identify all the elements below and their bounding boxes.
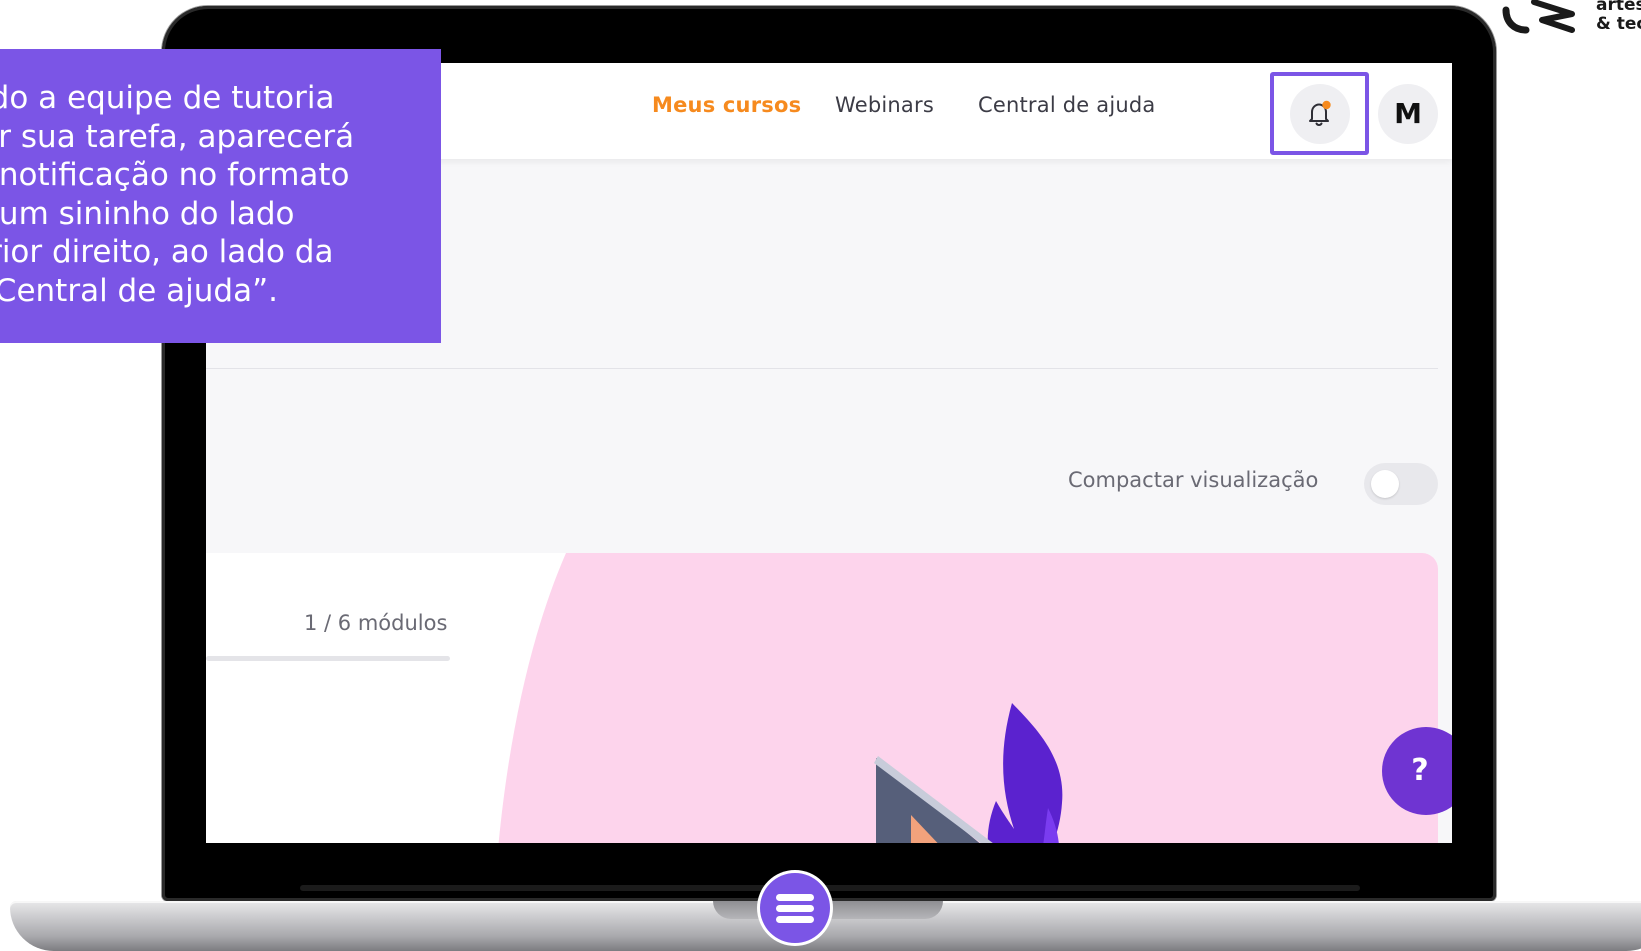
modules-progress-bar	[206, 656, 450, 661]
course-illustration	[498, 553, 1438, 843]
hamburger-bar	[776, 905, 814, 912]
toggle-knob	[1371, 470, 1399, 498]
section-divider	[206, 368, 1438, 369]
hamburger-bar	[776, 916, 814, 923]
nav-link-webinars[interactable]: Webinars	[835, 93, 934, 117]
course-card[interactable]	[206, 553, 1438, 843]
logo-mark	[1502, 0, 1575, 34]
brand-logo: artes & tec	[1500, 0, 1641, 40]
nav-link-central-de-ajuda[interactable]: Central de ajuda	[978, 93, 1155, 117]
nav-link-meus-cursos[interactable]: Meus cursos	[652, 93, 801, 117]
callout-text: ndo a equipe de tutoria gir sua tarefa, …	[0, 80, 355, 309]
tutorial-slide: Meus cursos Webinars Central de ajuda M …	[0, 0, 1641, 951]
bell-highlight-frame	[1270, 72, 1369, 155]
laptop-hinge	[300, 885, 1360, 891]
modules-progress-text: 1 / 6 módulos	[304, 611, 448, 635]
menu-button[interactable]	[760, 873, 830, 943]
compact-view-label: Compactar visualização	[1068, 468, 1319, 492]
tutorial-callout: ndo a equipe de tutoria gir sua tarefa, …	[0, 49, 441, 343]
logo-text: artes & tec	[1596, 0, 1641, 34]
hamburger-icon	[776, 894, 814, 901]
user-avatar[interactable]: M	[1378, 84, 1438, 144]
compact-view-toggle[interactable]	[1364, 463, 1438, 505]
